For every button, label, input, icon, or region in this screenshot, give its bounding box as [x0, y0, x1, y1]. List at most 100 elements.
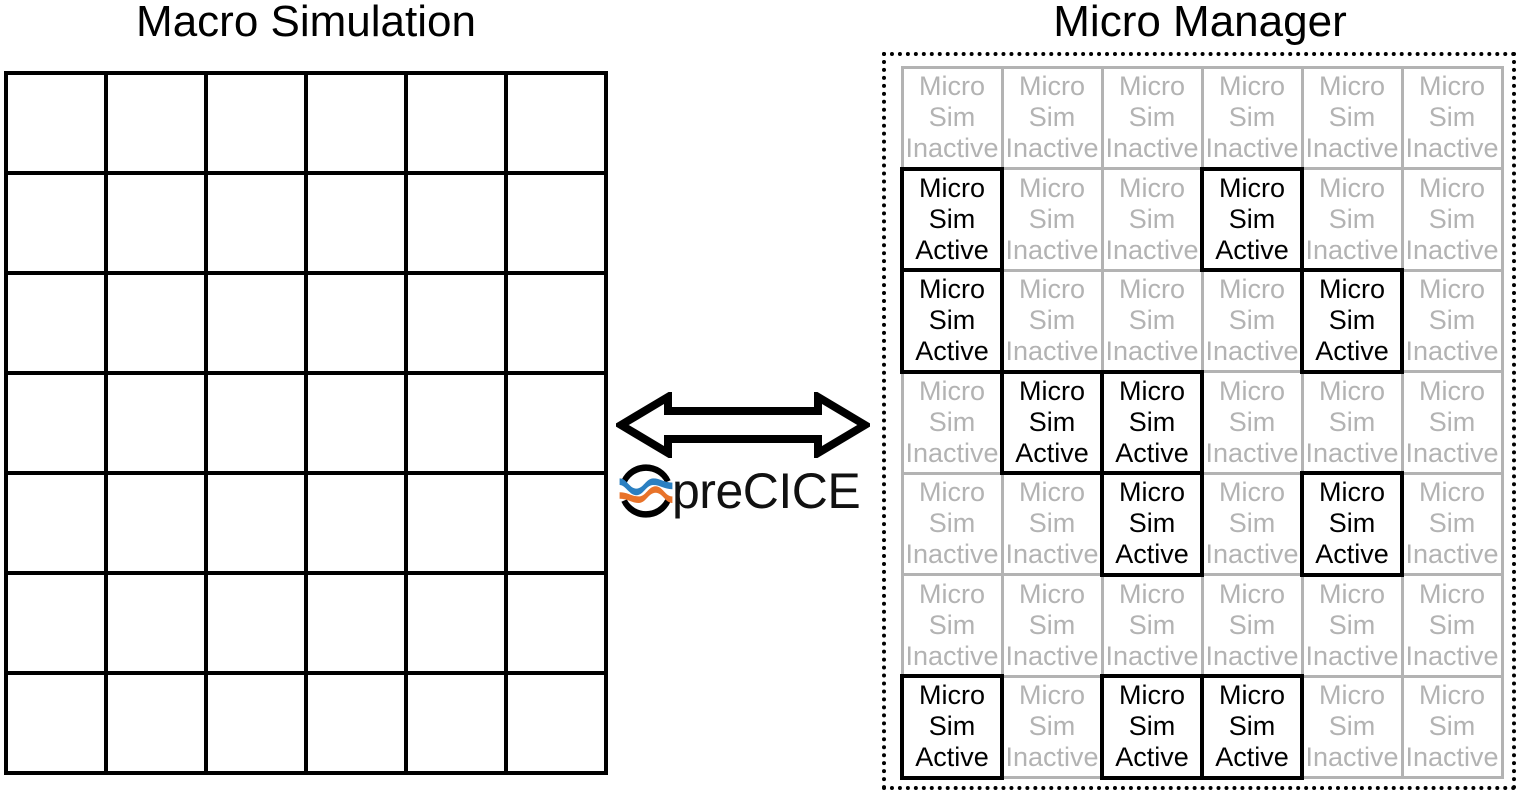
micro-sim-label-line1: Micro: [1219, 375, 1285, 406]
macro-cell: [508, 175, 608, 275]
micro-sim-cell-active[interactable]: Micro Sim Active: [1100, 674, 1204, 780]
micro-sim-label-line2: Sim: [1128, 406, 1176, 437]
micro-sim-cell-active[interactable]: Micro Sim Active: [1300, 268, 1404, 374]
micro-sim-cell-active[interactable]: Micro Sim Active: [1100, 369, 1204, 475]
micro-sim-status-label: Inactive: [1405, 742, 1499, 773]
micro-sim-label-line1: Micro: [919, 71, 985, 102]
micro-sim-label-line1: Micro: [1319, 71, 1385, 102]
micro-manager-title: Micro Manager: [1053, 0, 1347, 46]
micro-sim-label-line1: Micro: [1219, 274, 1285, 305]
micro-sim-cell-inactive[interactable]: Micro Sim Inactive: [900, 370, 1004, 475]
macro-cell: [208, 375, 308, 475]
micro-sim-cell-inactive[interactable]: Micro Sim Inactive: [1200, 471, 1304, 576]
micro-sim-status-label: Inactive: [905, 133, 999, 164]
macro-cell: [8, 275, 108, 375]
micro-sim-status-label: Inactive: [1405, 437, 1499, 468]
micro-sim-status-label: Inactive: [1005, 234, 1099, 265]
micro-sim-cell-active[interactable]: Micro Sim Active: [1200, 674, 1304, 780]
micro-sim-cell-inactive[interactable]: Micro Sim Inactive: [1200, 573, 1304, 678]
macro-cell: [508, 275, 608, 375]
micro-sim-cell-inactive[interactable]: Micro Sim Inactive: [1300, 65, 1404, 170]
micro-sim-status-label: Inactive: [1005, 133, 1099, 164]
micro-sim-cell-inactive[interactable]: Micro Sim Inactive: [1000, 65, 1104, 170]
micro-sim-label-line2: Sim: [1028, 508, 1076, 539]
micro-sim-cell-inactive[interactable]: Micro Sim Inactive: [1100, 573, 1204, 678]
micro-sim-label-line2: Sim: [1228, 305, 1276, 336]
micro-sim-cell-active[interactable]: Micro Sim Active: [1100, 471, 1204, 577]
micro-sim-label-line2: Sim: [928, 305, 976, 336]
macro-cell: [408, 275, 508, 375]
micro-sim-label-line2: Sim: [1428, 406, 1476, 437]
micro-sim-cell-inactive[interactable]: Micro Sim Inactive: [900, 573, 1004, 678]
micro-sim-cell-inactive[interactable]: Micro Sim Inactive: [1400, 370, 1504, 475]
micro-sim-label-line2: Sim: [1328, 609, 1376, 640]
micro-sim-cell-inactive[interactable]: Micro Sim Inactive: [1200, 268, 1304, 373]
micro-sim-cell-inactive[interactable]: Micro Sim Inactive: [1100, 167, 1204, 272]
micro-sim-cell-inactive[interactable]: Micro Sim Inactive: [1100, 268, 1204, 373]
macro-cell: [108, 475, 208, 575]
micro-sim-cell-active[interactable]: Micro Sim Active: [900, 674, 1004, 780]
micro-sim-label-line2: Sim: [1328, 711, 1376, 742]
micro-sim-cell-inactive[interactable]: Micro Sim Inactive: [1000, 471, 1104, 576]
macro-cell: [308, 575, 408, 675]
micro-sim-status-label: Inactive: [1305, 742, 1399, 773]
micro-sim-label-line1: Micro: [1319, 578, 1385, 609]
micro-sim-cell-inactive[interactable]: Micro Sim Inactive: [1000, 573, 1104, 678]
micro-sim-label-line2: Sim: [1028, 305, 1076, 336]
micro-sim-cell-inactive[interactable]: Micro Sim Inactive: [1300, 167, 1404, 272]
micro-sim-cell-inactive[interactable]: Micro Sim Inactive: [900, 471, 1004, 576]
micro-sim-status-label: Inactive: [905, 640, 999, 671]
micro-sim-cell-inactive[interactable]: Micro Sim Inactive: [1000, 674, 1104, 779]
micro-sim-cell-inactive[interactable]: Micro Sim Inactive: [1400, 268, 1504, 373]
micro-sim-label-line1: Micro: [1419, 71, 1485, 102]
micro-sim-label-line2: Sim: [1428, 508, 1476, 539]
micro-sim-cell-inactive[interactable]: Micro Sim Inactive: [900, 65, 1004, 170]
macro-cell: [408, 375, 508, 475]
micro-sim-cell-inactive[interactable]: Micro Sim Inactive: [1300, 674, 1404, 779]
micro-sim-cell-active[interactable]: Micro Sim Active: [1300, 471, 1404, 577]
micro-sim-label-line1: Micro: [1119, 172, 1185, 203]
macro-cell: [308, 275, 408, 375]
micro-sim-cell-inactive[interactable]: Micro Sim Inactive: [1300, 370, 1404, 475]
micro-sim-label-line2: Sim: [1328, 203, 1376, 234]
macro-cell: [308, 675, 408, 775]
micro-simulation-grid: Micro Sim Inactive Micro Sim Inactive Micro Sim…: [900, 65, 1504, 780]
micro-sim-label-line1: Micro: [919, 680, 985, 711]
micro-sim-status-label: Active: [915, 336, 989, 367]
micro-sim-cell-active[interactable]: Micro Sim Active: [1200, 166, 1304, 272]
micro-sim-label-line1: Micro: [1219, 172, 1285, 203]
micro-sim-status-label: Inactive: [1205, 133, 1299, 164]
macro-cell: [108, 75, 208, 175]
micro-sim-status-label: Active: [1315, 336, 1389, 367]
micro-sim-status-label: Active: [1115, 437, 1189, 468]
micro-sim-cell-inactive[interactable]: Micro Sim Inactive: [1400, 674, 1504, 779]
macro-cell: [308, 175, 408, 275]
micro-sim-label-line2: Sim: [1228, 406, 1276, 437]
micro-sim-label-line2: Sim: [928, 203, 976, 234]
micro-sim-cell-inactive[interactable]: Micro Sim Inactive: [1400, 65, 1504, 170]
micro-sim-status-label: Inactive: [1305, 437, 1399, 468]
micro-sim-label-line1: Micro: [1019, 578, 1085, 609]
micro-sim-cell-inactive[interactable]: Micro Sim Inactive: [1300, 573, 1404, 678]
macro-cell: [108, 275, 208, 375]
micro-sim-cell-inactive[interactable]: Micro Sim Inactive: [1100, 65, 1204, 170]
micro-sim-cell-inactive[interactable]: Micro Sim Inactive: [1400, 573, 1504, 678]
macro-cell: [308, 75, 408, 175]
micro-sim-cell-inactive[interactable]: Micro Sim Inactive: [1400, 167, 1504, 272]
micro-sim-cell-inactive[interactable]: Micro Sim Inactive: [1400, 471, 1504, 576]
macro-cell: [408, 575, 508, 675]
macro-cell: [8, 675, 108, 775]
micro-sim-cell-active[interactable]: Micro Sim Active: [1000, 369, 1104, 475]
micro-sim-label-line2: Sim: [1028, 203, 1076, 234]
micro-sim-label-line1: Micro: [1419, 680, 1485, 711]
precice-wordmark: preCICE: [672, 463, 861, 519]
macro-cell: [208, 575, 308, 675]
micro-sim-cell-active[interactable]: Micro Sim Active: [900, 166, 1004, 272]
micro-sim-cell-inactive[interactable]: Micro Sim Inactive: [1000, 268, 1104, 373]
micro-sim-cell-inactive[interactable]: Micro Sim Inactive: [1000, 167, 1104, 272]
micro-sim-cell-inactive[interactable]: Micro Sim Inactive: [1200, 370, 1304, 475]
micro-sim-status-label: Inactive: [1105, 640, 1199, 671]
micro-sim-cell-inactive[interactable]: Micro Sim Inactive: [1200, 65, 1304, 170]
micro-sim-cell-active[interactable]: Micro Sim Active: [900, 268, 1004, 374]
micro-sim-label-line1: Micro: [1219, 477, 1285, 508]
